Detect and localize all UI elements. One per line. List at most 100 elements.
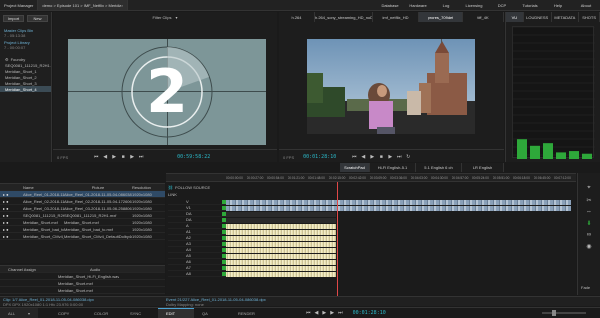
table-row[interactable]: ▸ ● Meridian_Short.mxf Meridian_Short.mxf 1…	[0, 219, 165, 226]
stop-icon[interactable]: ■	[378, 154, 384, 160]
play-icon[interactable]: ▶	[322, 310, 326, 316]
tab-copy[interactable]: COPY	[50, 308, 86, 318]
step-back-icon[interactable]: ◀	[360, 154, 366, 160]
link-tool-icon[interactable]: ∞	[587, 232, 591, 238]
tab-render[interactable]: RENDER	[230, 308, 266, 318]
audio-track-clip[interactable]	[226, 235, 336, 241]
library-item[interactable]: SEQ0081_111215_R2H1...	[0, 62, 51, 68]
menu-dcp[interactable]: DCP	[488, 3, 516, 8]
audio-track-clip[interactable]	[226, 247, 336, 253]
menu-licensing[interactable]: Licensing	[460, 3, 488, 8]
clip-name: Meridian_Short.mxf	[23, 219, 58, 225]
audio-track-clip[interactable]	[226, 265, 336, 271]
pointer-icon[interactable]: ⌖	[587, 185, 590, 192]
razor-icon[interactable]: ✂	[586, 197, 591, 204]
tab-h264[interactable]: h.264	[279, 12, 315, 22]
clip-status-icon: ▸ ●	[3, 219, 9, 225]
loop-icon[interactable]: ↻	[405, 154, 411, 160]
play-icon[interactable]: ▶	[111, 154, 117, 160]
project-path-tab[interactable]: demo > Episode 101 > IMF_Netflix > Merid…	[38, 0, 129, 10]
fade-label[interactable]: Fade	[581, 285, 590, 290]
tab-imf-netflix[interactable]: imf_netflix_HD	[373, 12, 419, 22]
tab-qa[interactable]: QA	[194, 308, 230, 318]
audio-track-clip[interactable]	[226, 271, 336, 277]
bottom-bar: ALL ▾ COPY COLOR SYNC EDIT QA RENDER ⏮ ◀ …	[0, 307, 600, 318]
menu-hardware[interactable]: Hardware	[404, 3, 432, 8]
tab-shots[interactable]: SHOTS	[579, 12, 600, 22]
tab-sync[interactable]: SYNC	[122, 308, 158, 318]
previous-icon[interactable]: ⏮	[93, 154, 99, 160]
audio-track-clip[interactable]	[226, 259, 336, 265]
bin-rows: ▸ ● Alice_Reel_01-2018-11-05-0a-086038...…	[0, 191, 165, 240]
table-row[interactable]: ▸ ● Alice_Reel_01-2018-11-05-0a-086038...…	[0, 191, 165, 198]
channel-row[interactable]: Meridian_Short.mxf	[0, 287, 165, 294]
audio-track-clip[interactable]	[226, 253, 336, 259]
table-row[interactable]: ▸ ● Alice_Reel_03-2018-11-05-06-25880...A…	[0, 205, 165, 212]
next-icon[interactable]: ⏭	[396, 154, 402, 160]
new-button[interactable]: New	[27, 15, 48, 22]
menu-tutorials[interactable]: Tutorials	[516, 3, 544, 8]
program-timecode[interactable]: 00:01:28:10	[303, 154, 336, 160]
tab-prores[interactable]: prores_709def	[419, 12, 463, 22]
tab-edit[interactable]: EDIT	[158, 307, 194, 318]
zoom-slider[interactable]	[542, 310, 586, 316]
bottom-timecode[interactable]: 00:01:28:10	[353, 310, 386, 316]
import-button[interactable]: Import	[3, 15, 24, 22]
table-row[interactable]: ▸ ● Meridian_Short_bad_tc.mxfMeridian_Sho…	[0, 226, 165, 233]
menu-database[interactable]: Database	[376, 3, 404, 8]
tab-metadata[interactable]: METADATA	[552, 12, 580, 22]
col-name-header[interactable]: Name	[20, 185, 64, 190]
audio-track-clip[interactable]	[226, 223, 336, 229]
col-resolution-header[interactable]: Resolution	[132, 185, 162, 190]
tab-scratchpad[interactable]: ScratchPad	[340, 163, 370, 172]
tab-color[interactable]: COLOR	[86, 308, 122, 318]
all-filter[interactable]: ALL ▾	[0, 307, 38, 318]
stop-icon[interactable]: ■	[120, 154, 126, 160]
library-item-selected[interactable]: Meridian_Short_4	[0, 86, 51, 92]
video-track-clip[interactable]	[226, 199, 571, 205]
previous-icon[interactable]: ⏮	[306, 310, 311, 316]
table-row[interactable]: ▸ ● SEQ0081_111215_R2H1.mxfSEQ0081_111215…	[0, 212, 165, 219]
menu-help[interactable]: Help	[544, 3, 572, 8]
vu-meter	[512, 26, 595, 159]
tab-hifi-english[interactable]: Hi-Fi English-5.1	[370, 163, 416, 172]
project-manager-tab[interactable]: Project Manager	[0, 0, 39, 10]
playhead[interactable]	[337, 182, 338, 296]
tab-loudness[interactable]: LOUDNESS	[524, 12, 552, 22]
channel-row[interactable]: Meridian_Short_Hi-Fi_English.wav	[0, 273, 165, 280]
magnet-icon[interactable]: ◉	[586, 243, 591, 250]
audio-track-clip[interactable]	[226, 217, 336, 223]
step-forward-icon[interactable]: ▶	[330, 310, 334, 316]
menu-log[interactable]: Log	[432, 3, 460, 8]
audio-track-clip[interactable]	[226, 241, 336, 247]
next-icon[interactable]: ⏭	[138, 154, 144, 160]
table-row[interactable]: ▸ ● Alice_Reel_02-2018-11-05-04-172606...…	[0, 198, 165, 205]
zoom-handle[interactable]	[552, 310, 556, 316]
tab-h264-sony[interactable]: h.264_sony_streaming_HD_noDASH	[315, 12, 373, 22]
tab-vu[interactable]: VU	[506, 12, 524, 22]
chevron-down-icon[interactable]: ▾	[175, 15, 177, 20]
previous-icon[interactable]: ⏮	[351, 154, 357, 160]
step-back-icon[interactable]: ◀	[102, 154, 108, 160]
tab-tiff-4k[interactable]: tiff_4K	[463, 12, 504, 22]
step-forward-icon[interactable]: ▶	[387, 154, 393, 160]
slip-icon[interactable]: ⇔	[586, 209, 592, 215]
vu-level-bar	[530, 145, 540, 159]
filter-clips-label[interactable]: Filter Clips	[153, 15, 172, 20]
channel-row[interactable]: Meridian_Short.mxf	[0, 280, 165, 287]
step-back-icon[interactable]: ◀	[315, 310, 319, 316]
menu-about[interactable]: About	[572, 3, 600, 8]
play-icon[interactable]: ▶	[369, 154, 375, 160]
step-forward-icon[interactable]: ▶	[129, 154, 135, 160]
audio-track-clip[interactable]	[226, 211, 336, 217]
tab-lr-english[interactable]: LR English	[462, 163, 504, 172]
marker-icon[interactable]: ⬇	[586, 220, 591, 227]
source-timecode[interactable]: 00:59:58:22	[177, 154, 210, 160]
video-track-clip[interactable]	[226, 205, 571, 211]
tab-51-english[interactable]: 5.1 English 6 ch	[416, 163, 462, 172]
col-picture-header[interactable]: Picture	[64, 185, 132, 190]
next-icon[interactable]: ⏭	[338, 310, 343, 316]
audio-track-clip[interactable]	[226, 229, 336, 235]
close-icon[interactable]: ×	[121, 3, 123, 8]
table-row[interactable]: ▸ ● Meridian_Short_CMv4_DefaultDolby.mxfM…	[0, 233, 165, 240]
